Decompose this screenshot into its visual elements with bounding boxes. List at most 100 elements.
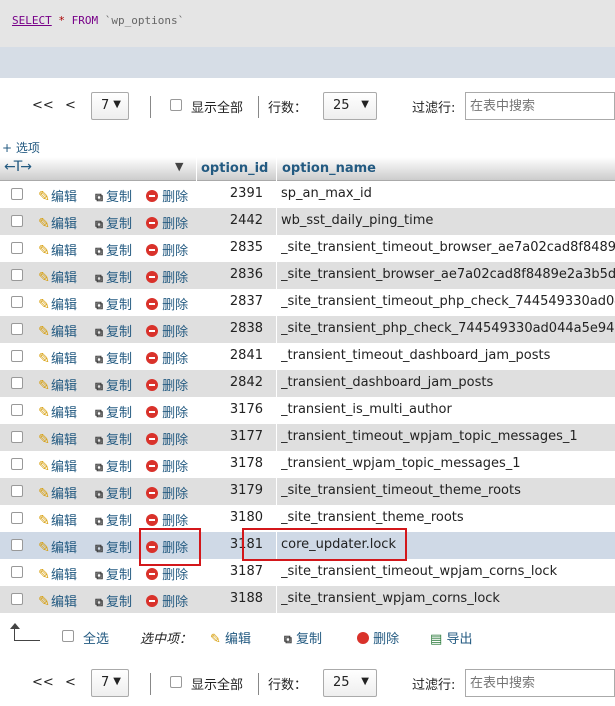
column-option-name[interactable]: option_name — [282, 161, 376, 176]
bulk-delete-button[interactable]: 删除 — [357, 628, 399, 647]
copy-button[interactable]: ⧉ 复制 — [92, 348, 132, 367]
edit-button[interactable]: ✎编辑 — [37, 213, 77, 232]
cell-option-name[interactable]: _site_transient_timeout_browser_ae7a02ca… — [281, 240, 615, 255]
copy-button[interactable]: ⧉ 复制 — [92, 213, 132, 232]
row-checkbox[interactable] — [11, 323, 23, 335]
delete-button[interactable]: 删除 — [146, 483, 188, 502]
copy-button[interactable]: ⧉ 复制 — [92, 375, 132, 394]
row-checkbox[interactable] — [11, 296, 23, 308]
table-row[interactable]: ✎编辑 ⧉ 复制 删除 3177 _transient_timeout_wpjam_to… — [0, 424, 615, 451]
edit-button[interactable]: ✎编辑 — [37, 537, 77, 556]
row-checkbox[interactable] — [11, 512, 23, 524]
edit-button[interactable]: ✎编辑 — [37, 429, 77, 448]
prev-page-button[interactable]: < — [65, 675, 76, 690]
copy-button[interactable]: ⧉ 复制 — [92, 429, 132, 448]
copy-button[interactable]: ⧉ 复制 — [92, 402, 132, 421]
edit-button[interactable]: ✎编辑 — [37, 321, 77, 340]
cell-option-name[interactable]: _transient_timeout_dashboard_jam_posts — [281, 348, 615, 363]
cell-option-name[interactable]: _transient_wpjam_topic_messages_1 — [281, 456, 615, 471]
row-checkbox[interactable] — [11, 431, 23, 443]
cell-option-id[interactable]: 2841 — [200, 348, 263, 363]
table-row[interactable]: ✎编辑 ⧉ 复制 删除 3179 _site_transient_timeout_the… — [0, 478, 615, 505]
row-checkbox[interactable] — [11, 539, 23, 551]
edit-button[interactable]: ✎编辑 — [37, 267, 77, 286]
first-page-button[interactable]: << — [32, 675, 54, 690]
bulk-export-button[interactable]: ▤ 导出 — [430, 628, 472, 647]
cell-option-name[interactable]: _site_transient_php_check_744549330ad044… — [281, 321, 615, 336]
cell-option-name[interactable]: _site_transient_timeout_wpjam_corns_lock — [281, 564, 615, 579]
cell-option-id[interactable]: 2838 — [200, 321, 263, 336]
cell-option-name[interactable]: _transient_dashboard_jam_posts — [281, 375, 615, 390]
edit-button[interactable]: ✎编辑 — [37, 510, 77, 529]
delete-button[interactable]: 删除 — [146, 456, 188, 475]
cell-option-id[interactable]: 3177 — [200, 429, 263, 444]
copy-button[interactable]: ⧉ 复制 — [92, 267, 132, 286]
delete-button[interactable]: 删除 — [146, 591, 188, 610]
column-option-id[interactable]: option_id — [201, 161, 268, 176]
cell-option-id[interactable]: 3188 — [200, 591, 263, 606]
table-row[interactable]: ✎编辑 ⧉ 复制 删除 2838 _site_transient_php_check_7… — [0, 316, 615, 343]
cell-option-id[interactable]: 3179 — [200, 483, 263, 498]
cell-option-id[interactable]: 3176 — [200, 402, 263, 417]
delete-button[interactable]: 删除 — [146, 402, 188, 421]
copy-button[interactable]: ⧉ 复制 — [92, 294, 132, 313]
filter-input[interactable] — [465, 669, 615, 697]
table-row[interactable]: ✎编辑 ⧉ 复制 删除 2835 _site_transient_timeout_bro… — [0, 235, 615, 262]
cell-option-id[interactable]: 2837 — [200, 294, 263, 309]
row-checkbox[interactable] — [11, 188, 23, 200]
row-checkbox[interactable] — [11, 458, 23, 470]
cell-option-name[interactable]: _transient_is_multi_author — [281, 402, 615, 417]
first-page-button[interactable]: << — [32, 98, 54, 113]
cell-option-id[interactable]: 3180 — [200, 510, 263, 525]
table-row[interactable]: ✎编辑 ⧉ 复制 删除 2842 _transient_dashboard_jam_po… — [0, 370, 615, 397]
delete-button[interactable]: 删除 — [146, 564, 188, 583]
table-row[interactable]: ✎编辑 ⧉ 复制 删除 3178 _transient_wpjam_topic_mess… — [0, 451, 615, 478]
edit-button[interactable]: ✎编辑 — [37, 348, 77, 367]
delete-button[interactable]: 删除 — [146, 348, 188, 367]
row-checkbox[interactable] — [11, 242, 23, 254]
edit-button[interactable]: ✎编辑 — [37, 186, 77, 205]
page-select[interactable]: 7 ▼ — [91, 669, 129, 697]
check-all-checkbox[interactable] — [62, 630, 74, 642]
edit-button[interactable]: ✎编辑 — [37, 483, 77, 502]
cell-option-name[interactable]: sp_an_max_id — [281, 186, 615, 201]
table-row[interactable]: ✎编辑 ⧉ 复制 删除 2391 sp_an_max_id — [0, 181, 615, 208]
page-select[interactable]: 7 ▼ — [91, 92, 129, 120]
table-row[interactable]: ✎编辑 ⧉ 复制 删除 2841 _transient_timeout_dashboar… — [0, 343, 615, 370]
check-all-label[interactable]: 全选 — [83, 628, 109, 647]
copy-button[interactable]: ⧉ 复制 — [92, 510, 132, 529]
cell-option-id[interactable]: 3187 — [200, 564, 263, 579]
delete-button[interactable]: 删除 — [146, 267, 188, 286]
row-checkbox[interactable] — [11, 269, 23, 281]
sql-query[interactable]: SELECT * FROM `wp_options` — [12, 14, 184, 27]
column-arrows-icon[interactable]: ←T→ — [4, 159, 32, 175]
copy-button[interactable]: ⧉ 复制 — [92, 591, 132, 610]
cell-option-name[interactable]: _transient_timeout_wpjam_topic_messages_… — [281, 429, 615, 444]
delete-button[interactable]: 删除 — [146, 213, 188, 232]
copy-button[interactable]: ⧉ 复制 — [92, 186, 132, 205]
cell-option-name[interactable]: wb_sst_daily_ping_time — [281, 213, 615, 228]
cell-option-name[interactable]: _site_transient_browser_ae7a02cad8f8489e… — [281, 267, 615, 282]
row-checkbox[interactable] — [11, 377, 23, 389]
prev-page-button[interactable]: < — [65, 98, 76, 113]
delete-button[interactable]: 删除 — [146, 510, 188, 529]
table-row[interactable]: ✎编辑 ⧉ 复制 删除 2442 wb_sst_daily_ping_time — [0, 208, 615, 235]
edit-button[interactable]: ✎编辑 — [37, 375, 77, 394]
edit-button[interactable]: ✎编辑 — [37, 564, 77, 583]
delete-button[interactable]: 删除 — [146, 294, 188, 313]
table-row[interactable]: ✎编辑 ⧉ 复制 删除 3188 _site_transient_wpjam_corns… — [0, 586, 615, 613]
table-row[interactable]: ✎编辑 ⧉ 复制 删除 2837 _site_transient_timeout_php… — [0, 289, 615, 316]
delete-button[interactable]: 删除 — [146, 240, 188, 259]
copy-button[interactable]: ⧉ 复制 — [92, 240, 132, 259]
show-all-checkbox[interactable] — [170, 676, 182, 688]
cell-option-name[interactable]: _site_transient_timeout_php_check_744549… — [281, 294, 615, 309]
cell-option-name[interactable]: _site_transient_timeout_theme_roots — [281, 483, 615, 498]
cell-option-id[interactable]: 2842 — [200, 375, 263, 390]
rows-select[interactable]: 25 ▼ — [323, 92, 377, 120]
row-checkbox[interactable] — [11, 350, 23, 362]
show-all-checkbox[interactable] — [170, 99, 182, 111]
table-row[interactable]: ✎编辑 ⧉ 复制 删除 2836 _site_transient_browser_ae7… — [0, 262, 615, 289]
table-row[interactable]: ✎编辑 ⧉ 复制 删除 3187 _site_transient_timeout_wpj… — [0, 559, 615, 586]
delete-button[interactable]: 删除 — [146, 375, 188, 394]
options-link[interactable]: + 选项 — [2, 139, 40, 156]
